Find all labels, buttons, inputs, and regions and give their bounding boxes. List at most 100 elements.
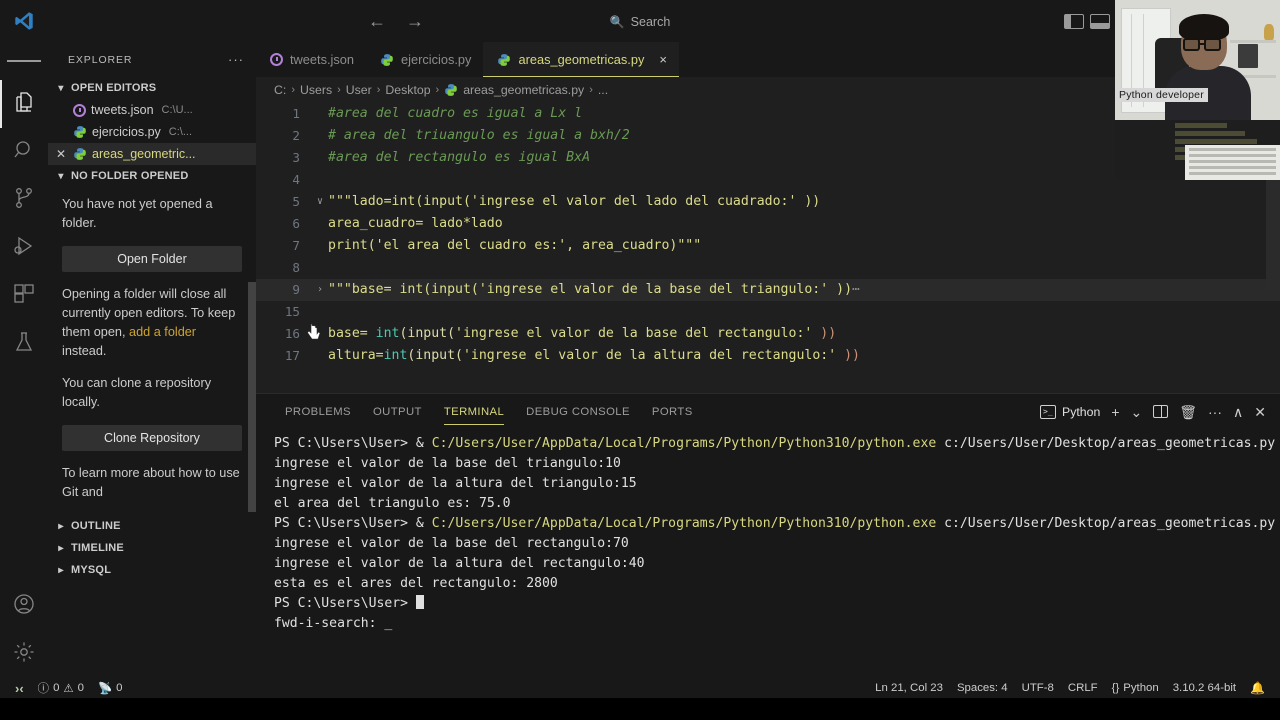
no-folder-section-header[interactable]: ▾ NO FOLDER OPENED <box>48 165 256 187</box>
split-terminal-button[interactable] <box>1153 405 1169 418</box>
terminal-line: esta es el ares del rectangulo: 2800 <box>274 574 1280 594</box>
terminal-text: ingrese el valor de la altura del triang… <box>274 476 637 491</box>
open-editor-path: C:\... <box>168 126 193 138</box>
close-editor-icon[interactable]: ✕ <box>54 147 68 161</box>
accounts-button[interactable] <box>0 582 48 630</box>
close-panel-button[interactable]: ✕ <box>1254 405 1266 419</box>
gear-icon <box>12 640 36 669</box>
breadcrumb-item[interactable]: User <box>346 83 372 97</box>
sidebar-item-testing[interactable] <box>0 320 48 368</box>
code-line[interactable]: 15 <box>256 301 1280 323</box>
open-editors-section-header[interactable]: ▾ OPEN EDITORS <box>48 77 256 99</box>
panel-tab-ports[interactable]: PORTS <box>641 394 704 429</box>
vscode-logo-icon <box>0 0 48 42</box>
terminal-output[interactable]: PS C:\Users\User> & C:/Users/User/AppDat… <box>256 429 1280 634</box>
status-interpreter[interactable]: 3.10.2 64-bit <box>1166 678 1243 698</box>
fold-toggle-icon[interactable]: ∨ <box>312 191 328 213</box>
json-icon <box>270 53 283 66</box>
terminal-line: ingrese el valor de la base del rectangu… <box>274 534 1280 554</box>
more-actions-button[interactable]: ··· <box>1208 405 1222 419</box>
open-editor-item-ejercicios-py[interactable]: ejercicios.py C:\... <box>48 121 256 143</box>
status-problems[interactable]: ⓘ 0 ⚠ 0 <box>31 678 91 698</box>
status-cursor-position[interactable]: Ln 21, Col 23 <box>868 678 950 698</box>
breadcrumb-item[interactable]: ... <box>598 83 608 97</box>
new-terminal-button[interactable]: + <box>1111 405 1119 419</box>
breadcrumb-item[interactable]: Users <box>300 83 332 97</box>
bell-icon[interactable]: 🔔 <box>1243 678 1272 698</box>
go-forward-button[interactable]: → <box>404 12 426 30</box>
msg2-post: instead. <box>62 344 107 358</box>
sidebar-section-timeline[interactable]: ▸ TIMELINE <box>48 537 256 559</box>
open-editor-item-areas-geometricas-py[interactable]: ✕ areas_geometric... <box>48 143 256 165</box>
active-terminal-indicator[interactable]: >_ Python <box>1040 404 1101 419</box>
sidebar-more-actions-icon[interactable]: ··· <box>228 52 244 67</box>
toggle-primary-sidebar-icon[interactable] <box>1064 13 1084 29</box>
terminal-line: el area del triangulo es: 75.0 <box>274 494 1280 514</box>
python-icon <box>444 83 458 97</box>
sidebar-item-run-and-debug[interactable] <box>0 224 48 272</box>
application-menu-icon[interactable] <box>0 42 48 80</box>
breadcrumb-item[interactable]: Desktop <box>385 83 430 97</box>
status-eol[interactable]: CRLF <box>1061 678 1105 698</box>
chevron-down-icon[interactable]: ⌄ <box>1131 405 1143 419</box>
code-line[interactable]: 5 ∨ """lado=int(input('ingrese el valor de… <box>256 191 1280 213</box>
search-icon <box>12 138 36 167</box>
panel-tab-output[interactable]: OUTPUT <box>362 394 433 429</box>
terminal-text: PS C:\Users\User> <box>274 516 416 531</box>
editor-tab-ejercicios-py[interactable]: ejercicios.py <box>366 42 484 77</box>
breadcrumb-separator-icon: › <box>589 84 593 96</box>
terminal-text: PS C:\Users\User> <box>274 436 416 451</box>
panel-tab-terminal[interactable]: TERMINAL <box>433 394 515 429</box>
clone-repository-button[interactable]: Clone Repository <box>62 425 242 451</box>
open-folder-button[interactable]: Open Folder <box>62 246 242 272</box>
terminal-shell-name: Python <box>1062 404 1101 419</box>
code-line[interactable]: 9 › """base= int(input('ingrese el valor d… <box>256 279 1280 301</box>
code-line[interactable]: 8 <box>256 257 1280 279</box>
sidebar-section-mysql[interactable]: ▸ MYSQL <box>48 559 256 581</box>
breadcrumb-item[interactable]: C: <box>274 83 286 97</box>
command-center-search[interactable]: 🔍 Search <box>449 11 831 33</box>
sidebar-section-outline[interactable]: ▸ OUTLINE <box>48 515 256 537</box>
code-line[interactable]: 16 base= int(input('ingrese el valor de l… <box>256 323 1280 345</box>
toggle-panel-icon[interactable] <box>1090 13 1110 29</box>
sidebar-item-source-control[interactable] <box>0 176 48 224</box>
code-token: )) <box>836 348 860 363</box>
code-token: (input( <box>399 326 456 341</box>
go-back-button[interactable]: ← <box>366 12 388 30</box>
code-line[interactable]: 6 area_cuadro= lado*lado <box>256 213 1280 235</box>
terminal-text: fwd-i-search: _ <box>274 616 393 631</box>
status-indentation[interactable]: Spaces: 4 <box>950 678 1015 698</box>
terminal-text: c:/Users/User/Desktop/areas_geometricas.… <box>936 436 1276 451</box>
panel-tab-debug-console[interactable]: DEBUG CONSOLE <box>515 394 641 429</box>
code-line[interactable]: 7 print('el area del cuadro es:', area_cu… <box>256 235 1280 257</box>
code-text: """lado=int(input('ingrese el valor del … <box>328 191 1280 213</box>
status-ports[interactable]: 📡 0 <box>91 678 130 698</box>
editor-tab-tweets-json[interactable]: tweets.json <box>256 42 367 77</box>
add-a-folder-link[interactable]: add a folder <box>129 325 196 339</box>
settings-button[interactable] <box>0 630 48 678</box>
sidebar-scrollbar[interactable] <box>248 282 256 512</box>
fold-toggle-icon[interactable]: › <box>312 279 328 301</box>
code-token: int <box>375 326 400 341</box>
maximize-panel-button[interactable]: ∧ <box>1233 405 1243 419</box>
trash-icon[interactable]: 🗑 <box>1179 405 1197 419</box>
status-bar: ›‹ ⓘ 0 ⚠ 0 📡 0 Ln 21, Col 23 Spaces: 4 U… <box>0 678 1280 698</box>
open-editor-name: areas_geometric... <box>92 147 196 161</box>
sidebar-item-extensions[interactable] <box>0 272 48 320</box>
status-encoding[interactable]: UTF-8 <box>1015 678 1061 698</box>
code-line[interactable]: 17 altura=int(input('ingrese el valor de … <box>256 345 1280 367</box>
sidebar-item-search[interactable] <box>0 128 48 176</box>
status-language-mode[interactable]: {} Python <box>1105 678 1166 698</box>
section-label: TIMELINE <box>71 542 124 554</box>
breadcrumb-item[interactable]: areas_geometricas.py <box>463 83 584 97</box>
search-icon: 🔍 <box>609 15 625 29</box>
sidebar-item-explorer[interactable] <box>0 80 48 128</box>
editor-tab-areas-geometricas-py[interactable]: areas_geometricas.py × <box>483 42 679 77</box>
section-label: OUTLINE <box>71 520 121 532</box>
close-tab-icon[interactable]: × <box>659 52 667 67</box>
remote-indicator-icon[interactable]: ›‹ <box>8 678 31 698</box>
terminal-text: PS C:\Users\User> <box>274 596 416 611</box>
warning-icon: ⚠ <box>63 683 74 695</box>
open-editor-item-tweets-json[interactable]: tweets.json C:\U... <box>48 99 256 121</box>
panel-tab-problems[interactable]: PROBLEMS <box>274 394 362 429</box>
